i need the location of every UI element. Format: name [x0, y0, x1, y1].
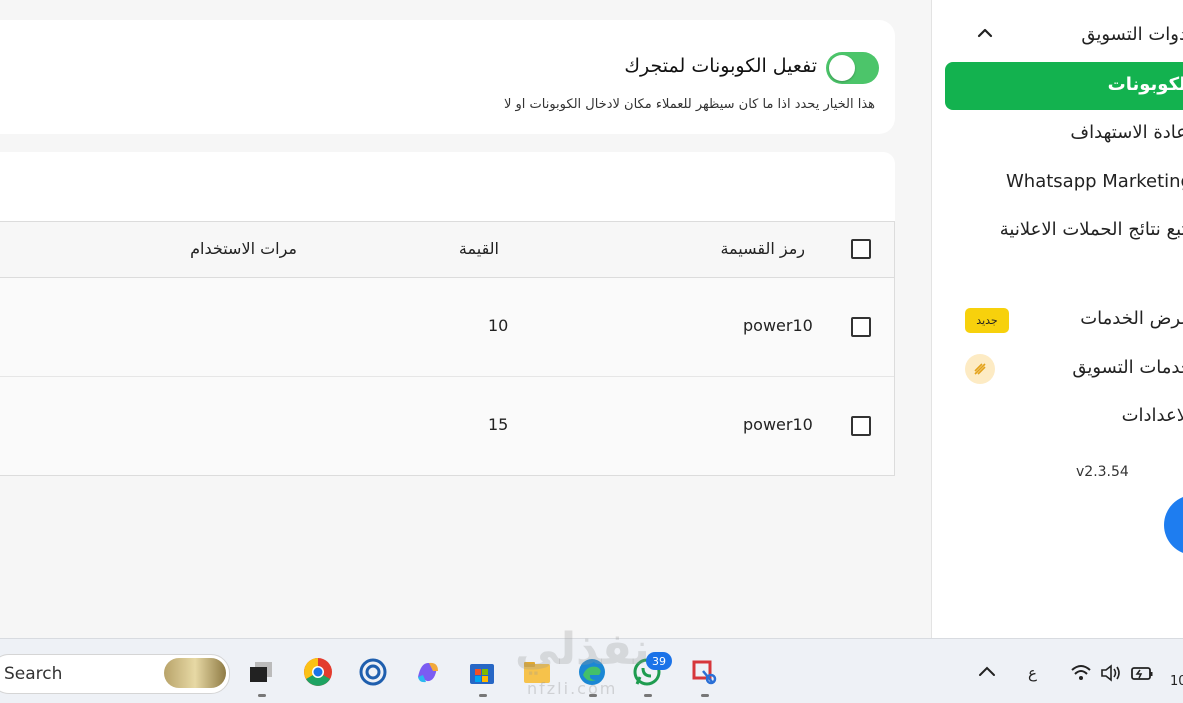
header-uses[interactable]: مرات الاستخدام — [190, 239, 297, 258]
coupon-code: power10 — [743, 316, 813, 335]
chevron-up-icon[interactable] — [978, 664, 996, 678]
volume-icon[interactable] — [1100, 664, 1122, 682]
select-all-checkbox[interactable] — [851, 239, 871, 259]
toggle-description: هذا الخيار يحدد اذا ما كان سيظهر للعملاء… — [503, 97, 875, 112]
coupons-toggle[interactable] — [826, 52, 879, 84]
coupon-value: 10 — [488, 316, 509, 335]
rocket-icon — [965, 354, 995, 384]
sidebar-item-marketing-services[interactable]: خدمات التسويق — [1072, 357, 1183, 378]
battery-icon[interactable] — [1130, 664, 1154, 682]
sidebar: أدوات التسويق الكوبونات اعادة الاستهداف … — [931, 0, 1183, 638]
sidebar-item-whatsapp-marketing[interactable]: Whatsapp Marketing — [1006, 171, 1183, 192]
coupon-code: power10 — [743, 415, 813, 434]
header-code[interactable]: رمز القسيمة — [720, 239, 805, 258]
snipping-tool-icon[interactable] — [688, 656, 720, 688]
new-badge: جديد — [965, 308, 1009, 333]
watermark-logo: نفذلي — [515, 624, 650, 675]
coupon-value: 15 — [488, 415, 509, 434]
store-icon[interactable] — [466, 656, 498, 688]
watermark-url: nfzli.com — [527, 679, 618, 698]
app-version: v2.3.54 — [1076, 464, 1129, 480]
copilot-icon[interactable] — [412, 656, 444, 688]
coupons-table: رمز القسيمة القيمة مرات الاستخدام power1… — [0, 221, 895, 476]
toggle-knob — [829, 55, 855, 81]
sidebar-item-retargeting[interactable]: اعادة الاستهداف — [1070, 122, 1183, 143]
row-checkbox[interactable] — [851, 416, 871, 436]
header-value[interactable]: القيمة — [459, 239, 499, 258]
clock[interactable]: 10 — [1170, 674, 1183, 689]
coupon-settings-card — [0, 20, 895, 134]
sidebar-item-services[interactable]: عرض الخدمات — [1080, 308, 1183, 329]
search-highlight-image — [164, 658, 226, 688]
sidebar-item-marketing-tools[interactable]: أدوات التسويق — [1081, 24, 1183, 45]
help-chat-button[interactable] — [1164, 495, 1183, 555]
wifi-icon[interactable] — [1070, 664, 1092, 682]
toggle-label: تفعيل الكوبونات لمتجرك — [624, 55, 817, 77]
row-checkbox[interactable] — [851, 317, 871, 337]
language-indicator[interactable]: ع — [1028, 664, 1037, 682]
chrome-icon[interactable] — [302, 656, 334, 688]
table-row[interactable]: power10 15 — [0, 377, 894, 475]
task-indicator — [258, 694, 266, 697]
task-indicator — [479, 694, 487, 697]
whatsapp-notification-badge: 39 — [646, 652, 672, 670]
table-row[interactable]: power10 10 — [0, 278, 894, 377]
sidebar-item-coupons-label: الكوبونات — [1107, 74, 1183, 95]
app-window: تفعيل الكوبونات لمتجرك هذا الخيار يحدد ا… — [0, 0, 1183, 638]
sidebar-item-campaign-tracking[interactable]: تتبع نتائج الحملات الاعلانية — [1000, 219, 1183, 240]
chevron-up-icon[interactable] — [976, 24, 994, 42]
task-view-icon[interactable] — [245, 656, 277, 688]
table-header: رمز القسيمة القيمة مرات الاستخدام — [0, 222, 894, 278]
taskbar-search-placeholder: Search — [4, 664, 63, 684]
task-indicator — [701, 694, 709, 697]
task-indicator — [644, 694, 652, 697]
browser-app-icon[interactable] — [357, 656, 389, 688]
sidebar-item-settings[interactable]: الاعدادات — [1122, 405, 1183, 426]
